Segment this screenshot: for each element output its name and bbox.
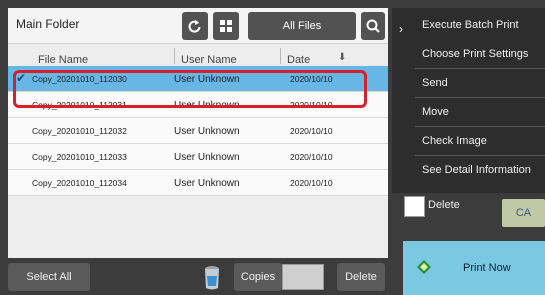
file-filter-button[interactable]: All Files (248, 12, 356, 40)
file-row[interactable]: Copy_20201010_112032 User Unknown 2020/1… (8, 118, 388, 144)
column-header-user-name[interactable]: User Name (174, 48, 280, 64)
file-name: Copy_20201010_112034 (32, 178, 127, 188)
print-now-button[interactable]: Print Now (403, 241, 545, 295)
bottom-toolbar: Select All Copies Delete (0, 258, 392, 295)
menu-item-move[interactable]: Move (415, 97, 545, 126)
file-date: 2020/10/10 (290, 74, 333, 84)
file-name: Copy_20201010_112031 (32, 100, 127, 110)
file-user: User Unknown (174, 126, 240, 137)
file-date: 2020/10/10 (290, 178, 333, 188)
file-user: User Unknown (174, 152, 240, 163)
menu-collapse-tab[interactable]: › (392, 8, 415, 193)
menu-item-choose-print-settings[interactable]: Choose Print Settings (415, 39, 545, 68)
grid-icon (220, 20, 232, 32)
file-date: 2020/10/10 (290, 152, 333, 162)
checkmark-icon: ✔ (16, 71, 27, 85)
copies-button[interactable]: Copies (234, 263, 282, 291)
header-bar: Main Folder All Files (8, 8, 388, 44)
action-menu: Execute Batch Print Choose Print Setting… (415, 8, 545, 193)
copies-input[interactable] (282, 264, 324, 290)
select-all-button[interactable]: Select All (8, 263, 90, 291)
file-user: User Unknown (174, 74, 240, 85)
delete-after-print-checkbox[interactable] (404, 196, 425, 217)
file-row[interactable]: ✔ Copy_20201010_112030 User Unknown 2020… (8, 66, 388, 92)
refresh-button[interactable] (182, 12, 208, 40)
menu-item-execute-batch-print[interactable]: Execute Batch Print (415, 10, 545, 39)
delete-button[interactable]: Delete (337, 263, 385, 291)
grid-view-button[interactable] (213, 12, 239, 40)
file-name: Copy_20201010_112030 (32, 74, 127, 84)
search-icon (366, 19, 380, 33)
file-name: Copy_20201010_112033 (32, 152, 127, 162)
refresh-icon (188, 20, 201, 33)
file-row[interactable]: Copy_20201010_112034 User Unknown 2020/1… (8, 170, 388, 196)
folder-title: Main Folder (16, 17, 80, 31)
print-now-label: Print Now (463, 262, 511, 274)
file-date: 2020/10/10 (290, 126, 333, 136)
file-browser-panel: Main Folder All Files File Name User Nam… (8, 8, 388, 258)
ca-button[interactable]: CA (502, 199, 545, 227)
menu-item-send[interactable]: Send (415, 68, 545, 97)
chevron-right-icon: › (399, 22, 403, 36)
file-row[interactable]: Copy_20201010_112031 User Unknown 2020/1… (8, 92, 388, 118)
file-user: User Unknown (174, 178, 240, 189)
file-user: User Unknown (174, 100, 240, 111)
file-name: Copy_20201010_112032 (32, 126, 127, 136)
search-button[interactable] (361, 12, 385, 40)
file-list: ✔ Copy_20201010_112030 User Unknown 2020… (8, 66, 388, 196)
diamond-start-icon (417, 260, 431, 274)
menu-item-check-image[interactable]: Check Image (415, 126, 545, 155)
column-header-file-name[interactable]: File Name (8, 48, 174, 64)
menu-item-see-detail-information[interactable]: See Detail Information (415, 155, 545, 184)
delete-checkbox-label: Delete (428, 199, 460, 211)
file-date: 2020/10/10 (290, 100, 333, 110)
file-row[interactable]: Copy_20201010_112033 User Unknown 2020/1… (8, 144, 388, 170)
recycle-bin-icon (205, 266, 219, 290)
sort-down-icon[interactable]: ⬇ (338, 52, 346, 63)
